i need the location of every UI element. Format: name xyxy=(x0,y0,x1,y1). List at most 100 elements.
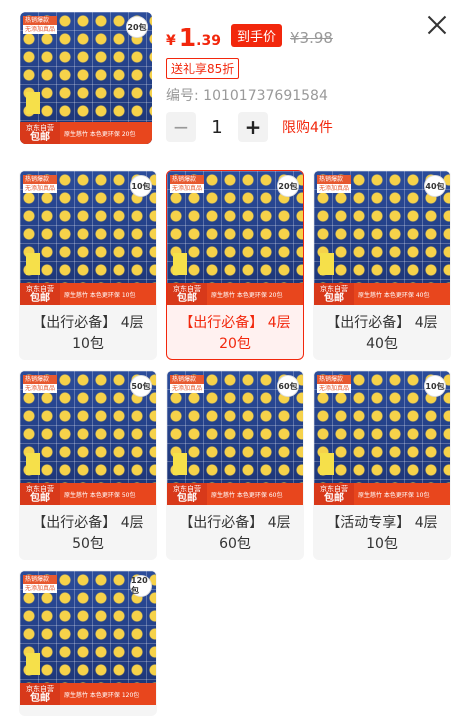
variant-option[interactable]: 热销爆款 无添加真品 50包 京东自营 包邮 原生慈竹 本色更环保 50包 【出… xyxy=(19,370,157,560)
variant-corner-tag: 热销爆款 无添加真品 xyxy=(317,175,351,193)
sku-value: 10101737691584 xyxy=(203,88,328,104)
variant-bottom-text: 原生慈竹 本色更环保 10包 xyxy=(64,291,136,299)
variant-image: 热销爆款 无添加真品 50包 京东自营 包邮 原生慈竹 本色更环保 50包 xyxy=(20,371,156,505)
corner-tag-line1: 热销爆款 xyxy=(23,375,57,384)
variant-count-badge: 20包 xyxy=(277,175,299,197)
variant-option[interactable]: 热销爆款 无添加真品 10包 京东自营 包邮 原生慈竹 本色更环保 10包 【出… xyxy=(19,170,157,360)
corner-tag-line1: 热销爆款 xyxy=(23,175,57,184)
variant-label-line2: 40包 xyxy=(366,336,398,352)
variant-label: 【出行必备】 4层 40包 xyxy=(314,313,450,355)
price-integer: 1 xyxy=(178,23,197,52)
quantity-stepper: − 1 + 限购4件 xyxy=(166,112,333,142)
variant-image: 热销爆款 无添加真品 60包 京东自营 包邮 原生慈竹 本色更环保 60包 xyxy=(167,371,303,505)
increment-button[interactable]: + xyxy=(238,112,268,142)
self-operated-line2: 包邮 xyxy=(324,293,344,304)
promo-tag[interactable]: 送礼享85折 xyxy=(166,58,240,79)
corner-tag-line1: 热销爆款 xyxy=(23,16,57,25)
variant-label-line1: 【出行必备】 4层 xyxy=(326,315,438,331)
self-operated-line2: 包邮 xyxy=(324,493,344,504)
variant-label-line1: 【出行必备】 4层 xyxy=(179,315,291,331)
variant-self-operated-tag: 京东自营 包邮 xyxy=(167,483,207,505)
sku-label: 编号: xyxy=(166,88,199,104)
variant-corner-tag: 热销爆款 无添加真品 xyxy=(23,375,57,393)
variant-label-line1: 【出行必备】 4层 xyxy=(32,515,144,531)
variant-option[interactable]: 热销爆款 无添加真品 60包 京东自营 包邮 原生慈竹 本色更环保 60包 【出… xyxy=(166,370,304,560)
quantity-value[interactable]: 1 xyxy=(196,117,238,138)
variant-label: 【活动专享】 4层 10包 xyxy=(314,513,450,555)
self-operated-line1: 京东自营 xyxy=(320,285,348,293)
variant-option[interactable]: 热销爆款 无添加真品 40包 京东自营 包邮 原生慈竹 本色更环保 40包 【出… xyxy=(313,170,451,360)
product-thumbnail: 热销爆款 无添加真品 20包 京东自营 包邮 原生慈竹 本色更环保 20包 xyxy=(20,12,152,144)
self-operated-line1: 京东自营 xyxy=(26,685,54,693)
variant-label-line1: 【出行必备】 4层 xyxy=(179,515,291,531)
corner-tag-line1: 热销爆款 xyxy=(23,575,57,584)
corner-tag-line1: 热销爆款 xyxy=(170,375,204,384)
variant-bottom-text: 原生慈竹 本色更环保 120包 xyxy=(64,691,140,699)
variant-image: 热销爆款 无添加真品 10包 京东自营 包邮 原生慈竹 本色更环保 10包 xyxy=(314,371,450,505)
variant-corner-tag: 热销爆款 无添加真品 xyxy=(170,375,204,393)
corner-tag-line1: 热销爆款 xyxy=(317,375,351,384)
price-row: ¥ 1 .39 到手价 ¥3.98 xyxy=(166,22,333,52)
variant-bottom-bar: 京东自营 包邮 原生慈竹 本色更环保 40包 xyxy=(314,283,450,305)
variant-label-line1: 【活动专享】 4层 xyxy=(326,515,438,531)
variant-bottom-bar: 京东自营 包邮 原生慈竹 本色更环保 20包 xyxy=(167,283,303,305)
self-operated-line1: 京东自营 xyxy=(26,285,54,293)
variant-bottom-bar: 京东自营 包邮 原生慈竹 本色更环保 120包 xyxy=(20,683,156,705)
variant-label-line2: 20包 xyxy=(219,336,251,352)
package-box xyxy=(26,253,40,275)
variant-option[interactable]: 热销爆款 无添加真品 10包 京东自营 包邮 原生慈竹 本色更环保 10包 【活… xyxy=(313,370,451,560)
variant-option[interactable]: 热销爆款 无添加真品 120包 京东自营 包邮 原生慈竹 本色更环保 120包 xyxy=(19,570,157,716)
variant-label-line1: 【出行必备】 4层 xyxy=(32,315,144,331)
variant-bottom-text: 原生慈竹 本色更环保 50包 xyxy=(64,491,136,499)
variant-label-line2: 50包 xyxy=(72,536,104,552)
price-decimal: .39 xyxy=(196,33,221,49)
corner-tag-line2: 无添加真品 xyxy=(23,584,57,593)
variant-option[interactable]: 热销爆款 无添加真品 20包 京东自营 包邮 原生慈竹 本色更环保 20包 【出… xyxy=(166,170,304,360)
decrement-button[interactable]: − xyxy=(166,112,196,142)
variant-count-badge: 10包 xyxy=(424,375,446,397)
product-header: 热销爆款 无添加真品 20包 京东自营 包邮 原生慈竹 本色更环保 20包 ¥ … xyxy=(0,0,470,160)
variant-self-operated-tag: 京东自营 包邮 xyxy=(314,483,354,505)
final-price-badge: 到手价 xyxy=(230,24,282,47)
self-operated-line2: 包邮 xyxy=(30,693,50,704)
variant-bottom-bar: 京东自营 包邮 原生慈竹 本色更环保 50包 xyxy=(20,483,156,505)
package-box xyxy=(26,453,40,475)
package-box xyxy=(26,92,40,114)
self-operated-line2: 包邮 xyxy=(177,493,197,504)
variant-bottom-text: 原生慈竹 本色更环保 40包 xyxy=(358,291,430,299)
variant-corner-tag: 热销爆款 无添加真品 xyxy=(23,575,57,593)
variant-corner-tag: 热销爆款 无添加真品 xyxy=(23,175,57,193)
variant-bottom-text: 原生慈竹 本色更环保 10包 xyxy=(358,491,430,499)
corner-tag-line2: 无添加真品 xyxy=(317,384,351,393)
variant-bottom-bar: 京东自营 包邮 原生慈竹 本色更环保 60包 xyxy=(167,483,303,505)
variant-label: 【出行必备】 4层 20包 xyxy=(167,313,303,355)
variant-label: 【出行必备】 4层 50包 xyxy=(20,513,156,555)
thumbnail-bottom-text: 原生慈竹 本色更环保 20包 xyxy=(64,130,136,138)
variant-image: 热销爆款 无添加真品 120包 京东自营 包邮 原生慈竹 本色更环保 120包 xyxy=(20,571,156,705)
thumbnail-bottom-bar: 京东自营 包邮 原生慈竹 本色更环保 20包 xyxy=(20,122,152,144)
variant-label-line2: 10包 xyxy=(366,536,398,552)
variant-count-badge: 120包 xyxy=(130,575,152,597)
self-operated-line1: 京东自营 xyxy=(320,485,348,493)
self-operated-line1: 京东自营 xyxy=(173,485,201,493)
package-box xyxy=(173,253,187,275)
variant-self-operated-tag: 京东自营 包邮 xyxy=(20,483,60,505)
variant-count-badge: 50包 xyxy=(130,375,152,397)
corner-tag-line1: 热销爆款 xyxy=(317,175,351,184)
corner-tag-line2: 无添加真品 xyxy=(23,384,57,393)
close-icon[interactable] xyxy=(426,14,448,36)
corner-tag-line2: 无添加真品 xyxy=(170,184,204,193)
variant-self-operated-tag: 京东自营 包邮 xyxy=(20,283,60,305)
self-operated-line2: 包邮 xyxy=(30,132,50,143)
variant-bottom-bar: 京东自营 包邮 原生慈竹 本色更环保 10包 xyxy=(20,283,156,305)
variant-corner-tag: 热销爆款 无添加真品 xyxy=(317,375,351,393)
original-price: ¥3.98 xyxy=(289,29,333,47)
thumbnail-count-badge: 20包 xyxy=(126,16,148,38)
self-operated-line2: 包邮 xyxy=(30,293,50,304)
corner-tag-line2: 无添加真品 xyxy=(23,184,57,193)
self-operated-line2: 包邮 xyxy=(177,293,197,304)
corner-tag-line2: 无添加真品 xyxy=(170,384,204,393)
variant-label: 【出行必备】 4层 10包 xyxy=(20,313,156,355)
variant-label-line2: 10包 xyxy=(72,336,104,352)
self-operated-line1: 京东自营 xyxy=(26,485,54,493)
